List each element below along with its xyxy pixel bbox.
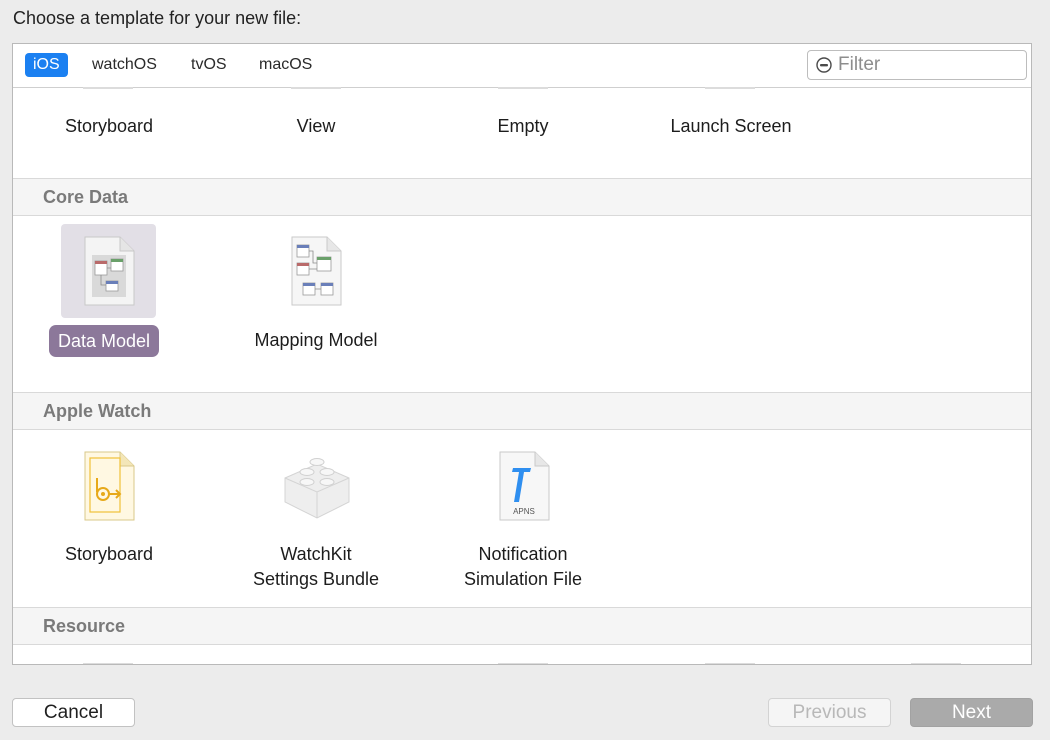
section-title: Apple Watch — [43, 401, 152, 421]
icon-edge — [83, 87, 133, 89]
template-notification-simulation-file[interactable]: Notification Simulation File — [423, 542, 623, 592]
label-line: Storyboard — [64, 544, 154, 564]
template-watchkit-settings-bundle[interactable]: WatchKit Settings Bundle — [216, 542, 416, 592]
section-title: Resource — [43, 616, 126, 636]
template-view[interactable]: View — [216, 114, 416, 139]
icon-edge — [911, 663, 961, 664]
template-mapping-model[interactable]: Mapping Model — [216, 328, 416, 353]
label-line: Notification — [478, 544, 568, 564]
tab-macos[interactable]: macOS — [251, 53, 320, 77]
filter-input[interactable] — [838, 54, 1018, 76]
section-header-core-data: Core Data — [13, 178, 1031, 216]
icon-edge — [705, 87, 755, 89]
template-watch-storyboard[interactable]: Storyboard — [13, 542, 209, 567]
icon-edge — [498, 663, 548, 664]
mapping-model-icon[interactable] — [289, 235, 343, 307]
watch-storyboard-icon[interactable] — [82, 450, 136, 522]
icon-edge — [291, 87, 341, 89]
template-launch-screen[interactable]: Launch Screen — [631, 114, 831, 139]
label-line: WatchKit — [280, 544, 352, 564]
apns-file-icon[interactable]: APNS — [497, 450, 551, 522]
label-line: Settings Bundle — [252, 569, 380, 589]
tab-watchos[interactable]: watchOS — [84, 53, 165, 77]
icon-edge — [83, 663, 133, 664]
previous-button[interactable]: Previous — [768, 698, 891, 727]
section-header-resource: Resource — [13, 607, 1031, 645]
settings-bundle-icon[interactable] — [279, 452, 355, 522]
cancel-button[interactable]: Cancel — [12, 698, 135, 727]
template-data-model[interactable]: Data Model — [49, 325, 160, 357]
icon-edge — [705, 663, 755, 664]
template-empty[interactable]: Empty — [423, 114, 623, 139]
platform-tab-bar: iOS watchOS tvOS macOS — [13, 44, 1031, 88]
template-storyboard[interactable]: Storyboard — [13, 114, 209, 139]
label-line: Simulation File — [463, 569, 583, 589]
section-title: Core Data — [43, 187, 129, 207]
template-browser: iOS watchOS tvOS macOS Storyboard View E… — [12, 43, 1032, 665]
apns-label: APNS — [513, 507, 535, 516]
filter-field[interactable] — [807, 50, 1027, 80]
dialog-title: Choose a template for your new file: — [13, 8, 302, 28]
section-header-apple-watch: Apple Watch — [13, 392, 1031, 430]
tab-tvos[interactable]: tvOS — [183, 53, 235, 77]
data-model-icon[interactable] — [82, 235, 136, 307]
filter-icon — [816, 57, 832, 73]
next-button[interactable]: Next — [910, 698, 1033, 727]
tab-ios[interactable]: iOS — [25, 53, 68, 77]
icon-edge — [498, 87, 548, 89]
